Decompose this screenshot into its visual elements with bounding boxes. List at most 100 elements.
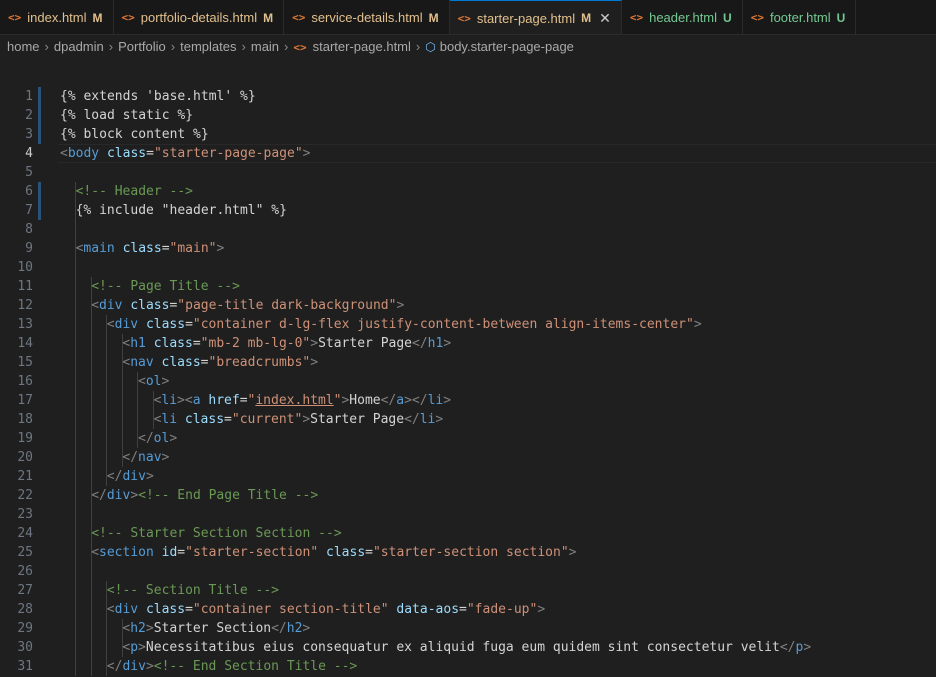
- breadcrumb-item[interactable]: Portfolio: [118, 39, 166, 54]
- code-token: <: [60, 146, 68, 161]
- close-icon[interactable]: ✕: [599, 10, 611, 27]
- code-line[interactable]: 6 <!-- Header -->: [0, 182, 936, 201]
- indent-guide: [90, 372, 92, 391]
- code-line[interactable]: 30 <p>Necessitatibus eius consequatur ex …: [0, 638, 936, 657]
- code-line[interactable]: 5: [0, 163, 936, 182]
- code-token: main: [83, 241, 115, 256]
- editor-tab[interactable]: <> service-details.html M: [284, 0, 450, 34]
- code-line[interactable]: 8: [0, 220, 936, 239]
- line-number: 21: [17, 469, 33, 484]
- code-line[interactable]: 25 <section id="starter-section" class="s…: [0, 543, 936, 562]
- code-text: </ol>: [138, 429, 177, 448]
- breadcrumb-item[interactable]: templates: [180, 39, 236, 54]
- breadcrumb-item[interactable]: home: [7, 39, 40, 54]
- code-line[interactable]: 21 </div>: [0, 467, 936, 486]
- line-number: 7: [25, 203, 33, 218]
- tab-label: service-details.html: [311, 10, 423, 25]
- code-line[interactable]: 22 </div><!-- End Page Title -->: [0, 486, 936, 505]
- code-text: </div><!-- End Page Title -->: [91, 486, 318, 505]
- code-line[interactable]: 11 <!-- Page Title -->: [0, 277, 936, 296]
- tab-label: index.html: [27, 10, 87, 25]
- code-token: </: [106, 469, 123, 484]
- editor-tab[interactable]: <> portfolio-details.html M: [114, 0, 285, 34]
- code-line[interactable]: 28 <div class="container section-title" d…: [0, 600, 936, 619]
- code-line[interactable]: 24 <!-- Starter Section Section -->: [0, 524, 936, 543]
- code-editor[interactable]: 1 {% extends 'base.html' %} 2 {% load stati…: [0, 87, 936, 677]
- code-text: <h1 class="mb-2 mb-lg-0">Starter Page</h…: [122, 334, 451, 353]
- code-token: >: [396, 298, 405, 313]
- git-status-badge: U: [836, 10, 846, 25]
- code-text: <!-- Starter Section Section -->: [91, 524, 341, 543]
- code-token: <!-- End Section Title -->: [153, 659, 358, 674]
- code-line[interactable]: 26: [0, 562, 936, 581]
- code-line[interactable]: 29 <h2>Starter Section</h2>: [0, 619, 936, 638]
- line-number: 10: [17, 260, 33, 275]
- code-line[interactable]: 14 <h1 class="mb-2 mb-lg-0">Starter Page<…: [0, 334, 936, 353]
- code-token: "starter-section": [185, 545, 319, 560]
- code-token: >: [310, 336, 319, 351]
- tab-label: header.html: [649, 10, 718, 25]
- code-token: =: [192, 336, 201, 351]
- code-token: >: [138, 640, 146, 655]
- breadcrumb-item[interactable]: main: [251, 39, 279, 54]
- code-text: <!-- Section Title -->: [107, 581, 279, 600]
- code-token: =: [224, 412, 232, 427]
- code-line[interactable]: 23: [0, 505, 936, 524]
- code-line[interactable]: 7 {% include "header.html" %}: [0, 201, 936, 220]
- code-token: "starter-section section": [372, 545, 569, 560]
- code-token: =: [365, 545, 373, 560]
- editor-tab[interactable]: <> footer.html U: [743, 0, 857, 34]
- code-line[interactable]: 2 {% load static %}: [0, 106, 936, 125]
- code-line[interactable]: 10: [0, 258, 936, 277]
- breadcrumb-item[interactable]: <> starter-page.html: [293, 39, 411, 54]
- indent-guide: [90, 600, 92, 619]
- code-line[interactable]: 3 {% block content %}: [0, 125, 936, 144]
- code-line[interactable]: 18 <li class="current">Starter Page</li>: [0, 410, 936, 429]
- indent-guide: [90, 619, 92, 638]
- line-number: 17: [17, 393, 33, 408]
- indent-guide: [90, 581, 92, 600]
- line-number: 20: [17, 450, 33, 465]
- code-token: "main": [169, 241, 217, 256]
- line-number: 15: [17, 355, 33, 370]
- editor-tab[interactable]: <> starter-page.html M ✕: [449, 0, 622, 34]
- indent-guide: [106, 391, 108, 410]
- code-token: class: [161, 355, 201, 370]
- code-text: <div class="container section-title" dat…: [107, 600, 545, 619]
- code-line[interactable]: 15 <nav class="breadcrumbs">: [0, 353, 936, 372]
- code-line[interactable]: 12 <div class="page-title dark-background…: [0, 296, 936, 315]
- code-line[interactable]: 9 <main class="main">: [0, 239, 936, 258]
- code-token: div: [122, 659, 146, 674]
- code-token: =: [185, 602, 193, 617]
- indent-guide: [106, 448, 108, 467]
- code-line[interactable]: 19 </ol>: [0, 429, 936, 448]
- indent-guide: [90, 638, 92, 657]
- indent-guide: [90, 429, 92, 448]
- indent-guide: [75, 429, 76, 448]
- tab-label: portfolio-details.html: [140, 10, 258, 25]
- breadcrumb-label: starter-page.html: [312, 38, 411, 54]
- editor-tab[interactable]: <> header.html U: [622, 0, 743, 34]
- indent-guide: [90, 467, 92, 486]
- indent-guide: [106, 619, 108, 638]
- code-line[interactable]: 20 </nav>: [0, 448, 936, 467]
- code-line[interactable]: 31 </div><!-- End Section Title -->: [0, 657, 936, 676]
- line-number: 19: [17, 431, 33, 446]
- code-line[interactable]: 13 <div class="container d-lg-flex justif…: [0, 315, 936, 334]
- breadcrumb-item[interactable]: ⬡ body.starter-page-page: [425, 39, 574, 54]
- editor-tab[interactable]: <> index.html M: [0, 0, 114, 34]
- code-line[interactable]: 16 <ol>: [0, 372, 936, 391]
- line-number: 23: [17, 507, 33, 522]
- code-token: div: [122, 469, 146, 484]
- code-line[interactable]: 1 {% extends 'base.html' %}: [0, 87, 936, 106]
- code-line[interactable]: 4 <body class="starter-page-page">: [0, 144, 936, 163]
- code-token: id: [161, 545, 178, 560]
- code-token: >: [302, 621, 311, 636]
- code-line[interactable]: 17 <li><a href="index.html">Home</a></li>: [0, 391, 936, 410]
- code-token: <: [138, 374, 146, 389]
- breadcrumb-item[interactable]: dpadmin: [54, 39, 104, 54]
- code-token: >: [145, 659, 154, 674]
- code-line[interactable]: 27 <!-- Section Title -->: [0, 581, 936, 600]
- indent-guide: [75, 562, 76, 581]
- code-token: class: [130, 298, 170, 313]
